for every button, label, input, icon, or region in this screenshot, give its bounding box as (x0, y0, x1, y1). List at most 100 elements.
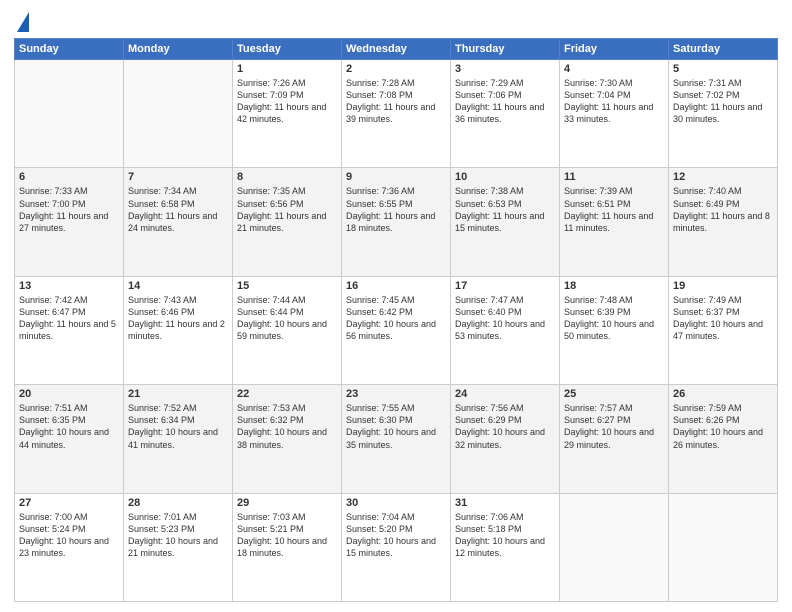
weekday-header-saturday: Saturday (669, 39, 778, 60)
day-number: 24 (455, 388, 555, 400)
calendar-week-row: 1 Sunrise: 7:26 AM Sunset: 7:09 PM Daylig… (15, 60, 778, 168)
day-number: 7 (128, 171, 228, 183)
calendar-cell: 3 Sunrise: 7:29 AM Sunset: 7:06 PM Daylig… (451, 60, 560, 168)
day-number: 3 (455, 63, 555, 75)
day-number: 12 (673, 171, 773, 183)
day-number: 15 (237, 280, 337, 292)
day-info: Sunrise: 7:47 AM Sunset: 6:40 PM Dayligh… (455, 294, 555, 343)
day-info: Sunrise: 7:36 AM Sunset: 6:55 PM Dayligh… (346, 185, 446, 234)
day-info: Sunrise: 7:28 AM Sunset: 7:08 PM Dayligh… (346, 77, 446, 126)
day-info: Sunrise: 7:56 AM Sunset: 6:29 PM Dayligh… (455, 402, 555, 451)
day-number: 31 (455, 497, 555, 509)
day-info: Sunrise: 7:52 AM Sunset: 6:34 PM Dayligh… (128, 402, 228, 451)
day-info: Sunrise: 7:34 AM Sunset: 6:58 PM Dayligh… (128, 185, 228, 234)
day-info: Sunrise: 7:06 AM Sunset: 5:18 PM Dayligh… (455, 511, 555, 560)
day-info: Sunrise: 7:48 AM Sunset: 6:39 PM Dayligh… (564, 294, 664, 343)
day-info: Sunrise: 7:39 AM Sunset: 6:51 PM Dayligh… (564, 185, 664, 234)
calendar-week-row: 27 Sunrise: 7:00 AM Sunset: 5:24 PM Dayli… (15, 493, 778, 601)
weekday-header-tuesday: Tuesday (233, 39, 342, 60)
day-number: 27 (19, 497, 119, 509)
day-info: Sunrise: 7:01 AM Sunset: 5:23 PM Dayligh… (128, 511, 228, 560)
day-info: Sunrise: 7:03 AM Sunset: 5:21 PM Dayligh… (237, 511, 337, 560)
day-number: 13 (19, 280, 119, 292)
calendar-cell: 12 Sunrise: 7:40 AM Sunset: 6:49 PM Dayli… (669, 168, 778, 276)
day-number: 20 (19, 388, 119, 400)
calendar-cell: 21Sunrise: 7:52 AM Sunset: 6:34 PM Dayli… (124, 385, 233, 493)
day-number: 23 (346, 388, 446, 400)
weekday-header-monday: Monday (124, 39, 233, 60)
calendar-cell: 17 Sunrise: 7:47 AM Sunset: 6:40 PM Dayli… (451, 276, 560, 384)
calendar-cell: 19 Sunrise: 7:49 AM Sunset: 6:37 PM Dayli… (669, 276, 778, 384)
calendar-cell: 27 Sunrise: 7:00 AM Sunset: 5:24 PM Dayli… (15, 493, 124, 601)
day-info: Sunrise: 7:26 AM Sunset: 7:09 PM Dayligh… (237, 77, 337, 126)
calendar-cell: 11Sunrise: 7:39 AM Sunset: 6:51 PM Dayli… (560, 168, 669, 276)
day-number: 29 (237, 497, 337, 509)
day-number: 25 (564, 388, 664, 400)
calendar-week-row: 20Sunrise: 7:51 AM Sunset: 6:35 PM Dayli… (15, 385, 778, 493)
day-info: Sunrise: 7:35 AM Sunset: 6:56 PM Dayligh… (237, 185, 337, 234)
day-info: Sunrise: 7:44 AM Sunset: 6:44 PM Dayligh… (237, 294, 337, 343)
day-info: Sunrise: 7:38 AM Sunset: 6:53 PM Dayligh… (455, 185, 555, 234)
day-number: 10 (455, 171, 555, 183)
logo (14, 10, 29, 32)
header (14, 10, 778, 32)
calendar-cell: 9 Sunrise: 7:36 AM Sunset: 6:55 PM Daylig… (342, 168, 451, 276)
day-number: 28 (128, 497, 228, 509)
calendar-table: SundayMondayTuesdayWednesdayThursdayFrid… (14, 38, 778, 602)
weekday-header-sunday: Sunday (15, 39, 124, 60)
day-info: Sunrise: 7:43 AM Sunset: 6:46 PM Dayligh… (128, 294, 228, 343)
calendar-week-row: 6 Sunrise: 7:33 AM Sunset: 7:00 PM Daylig… (15, 168, 778, 276)
day-number: 30 (346, 497, 446, 509)
day-info: Sunrise: 7:53 AM Sunset: 6:32 PM Dayligh… (237, 402, 337, 451)
calendar-cell: 20Sunrise: 7:51 AM Sunset: 6:35 PM Dayli… (15, 385, 124, 493)
calendar-cell: 4 Sunrise: 7:30 AM Sunset: 7:04 PM Daylig… (560, 60, 669, 168)
day-info: Sunrise: 7:45 AM Sunset: 6:42 PM Dayligh… (346, 294, 446, 343)
day-info: Sunrise: 7:59 AM Sunset: 6:26 PM Dayligh… (673, 402, 773, 451)
calendar-cell: 30 Sunrise: 7:04 AM Sunset: 5:20 PM Dayli… (342, 493, 451, 601)
day-info: Sunrise: 7:00 AM Sunset: 5:24 PM Dayligh… (19, 511, 119, 560)
day-info: Sunrise: 7:04 AM Sunset: 5:20 PM Dayligh… (346, 511, 446, 560)
weekday-header-thursday: Thursday (451, 39, 560, 60)
calendar-cell: 8Sunrise: 7:35 AM Sunset: 6:56 PM Daylig… (233, 168, 342, 276)
day-info: Sunrise: 7:30 AM Sunset: 7:04 PM Dayligh… (564, 77, 664, 126)
calendar-cell: 15 Sunrise: 7:44 AM Sunset: 6:44 PM Dayli… (233, 276, 342, 384)
calendar-cell: 2 Sunrise: 7:28 AM Sunset: 7:08 PM Daylig… (342, 60, 451, 168)
calendar-cell (15, 60, 124, 168)
calendar-cell (124, 60, 233, 168)
day-number: 5 (673, 63, 773, 75)
calendar-cell: 6 Sunrise: 7:33 AM Sunset: 7:00 PM Daylig… (15, 168, 124, 276)
calendar-cell: 14 Sunrise: 7:43 AM Sunset: 6:46 PM Dayli… (124, 276, 233, 384)
day-number: 22 (237, 388, 337, 400)
day-info: Sunrise: 7:31 AM Sunset: 7:02 PM Dayligh… (673, 77, 773, 126)
calendar-cell: 31 Sunrise: 7:06 AM Sunset: 5:18 PM Dayli… (451, 493, 560, 601)
calendar-cell: 5 Sunrise: 7:31 AM Sunset: 7:02 PM Daylig… (669, 60, 778, 168)
day-info: Sunrise: 7:40 AM Sunset: 6:49 PM Dayligh… (673, 185, 773, 234)
day-info: Sunrise: 7:42 AM Sunset: 6:47 PM Dayligh… (19, 294, 119, 343)
calendar-cell: 7 Sunrise: 7:34 AM Sunset: 6:58 PM Daylig… (124, 168, 233, 276)
day-info: Sunrise: 7:57 AM Sunset: 6:27 PM Dayligh… (564, 402, 664, 451)
calendar-cell: 23 Sunrise: 7:55 AM Sunset: 6:30 PM Dayli… (342, 385, 451, 493)
calendar-cell: 24 Sunrise: 7:56 AM Sunset: 6:29 PM Dayli… (451, 385, 560, 493)
weekday-header-row: SundayMondayTuesdayWednesdayThursdayFrid… (15, 39, 778, 60)
day-info: Sunrise: 7:55 AM Sunset: 6:30 PM Dayligh… (346, 402, 446, 451)
day-number: 26 (673, 388, 773, 400)
day-info: Sunrise: 7:29 AM Sunset: 7:06 PM Dayligh… (455, 77, 555, 126)
calendar-cell: 22 Sunrise: 7:53 AM Sunset: 6:32 PM Dayli… (233, 385, 342, 493)
calendar-cell: 29 Sunrise: 7:03 AM Sunset: 5:21 PM Dayli… (233, 493, 342, 601)
day-info: Sunrise: 7:33 AM Sunset: 7:00 PM Dayligh… (19, 185, 119, 234)
logo-triangle-icon (17, 12, 29, 32)
day-number: 4 (564, 63, 664, 75)
day-number: 14 (128, 280, 228, 292)
day-info: Sunrise: 7:49 AM Sunset: 6:37 PM Dayligh… (673, 294, 773, 343)
day-number: 17 (455, 280, 555, 292)
day-number: 2 (346, 63, 446, 75)
calendar-cell: 10 Sunrise: 7:38 AM Sunset: 6:53 PM Dayli… (451, 168, 560, 276)
day-number: 9 (346, 171, 446, 183)
day-number: 19 (673, 280, 773, 292)
day-number: 1 (237, 63, 337, 75)
calendar-cell (560, 493, 669, 601)
calendar-cell: 28 Sunrise: 7:01 AM Sunset: 5:23 PM Dayli… (124, 493, 233, 601)
calendar-cell: 16Sunrise: 7:45 AM Sunset: 6:42 PM Dayli… (342, 276, 451, 384)
day-number: 6 (19, 171, 119, 183)
calendar-cell: 25 Sunrise: 7:57 AM Sunset: 6:27 PM Dayli… (560, 385, 669, 493)
